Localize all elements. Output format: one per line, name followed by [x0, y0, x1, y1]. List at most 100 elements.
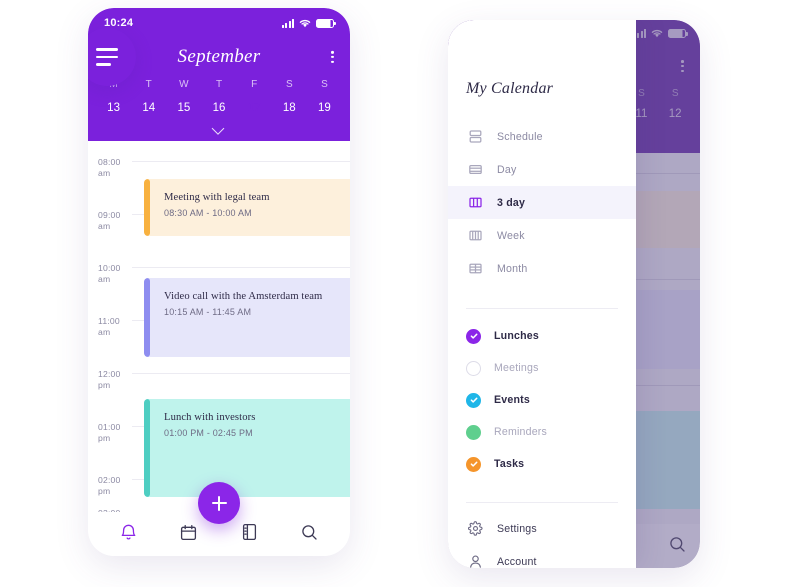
kebab-menu-icon[interactable] — [681, 60, 684, 73]
day-number: 14 — [142, 102, 156, 114]
category-item-reminders[interactable]: Reminders — [448, 416, 636, 448]
hour-period: pm — [98, 380, 111, 390]
wifi-icon — [299, 19, 311, 27]
checkbox-checked[interactable] — [466, 456, 481, 472]
event-card[interactable]: Video call with the Amsterdam team 10:15… — [144, 278, 350, 357]
category-item-meetings[interactable]: Meetings — [448, 352, 636, 384]
weekday-labels: M T W T F S S — [88, 76, 350, 94]
menu-item-label: Day — [497, 163, 517, 176]
event-card[interactable]: Lunch with investors 01:00 PM - 02:45 PM — [144, 399, 350, 497]
event-accent-bar — [144, 278, 150, 357]
drawer-divider-top — [466, 308, 618, 309]
day-cell[interactable]: 13 — [96, 96, 131, 120]
hour-period: am — [98, 168, 111, 178]
week-view-icon — [466, 227, 484, 245]
day-number: 16 — [212, 102, 226, 114]
hour-divider — [132, 373, 350, 374]
search-icon[interactable] — [297, 519, 323, 545]
checkbox-filled[interactable] — [466, 424, 481, 440]
day-number: 18 — [282, 102, 296, 114]
event-time: 01:00 PM - 02:45 PM — [164, 428, 253, 438]
calendar-phone-main: 10:24 September M T W T F S S — [88, 8, 350, 556]
menu-item-label: Account — [497, 555, 537, 568]
event-accent-bar — [144, 179, 150, 236]
event-title: Meeting with legal team — [164, 192, 270, 203]
weekday-label: S — [285, 79, 293, 90]
menu-item-day[interactable]: Day — [448, 153, 636, 186]
hour-value: 01:00 — [98, 422, 121, 432]
hour-divider — [132, 267, 350, 268]
battery-icon — [668, 29, 688, 38]
calendar-icon[interactable] — [176, 519, 202, 545]
weekday-label: T — [145, 79, 152, 90]
chevron-down-icon[interactable] — [213, 124, 226, 132]
navigation-drawer: My Calendar Schedule Day 3 day Week Mont… — [448, 20, 636, 568]
event-card[interactable]: Meeting with legal team 08:30 AM - 10:00… — [144, 179, 350, 236]
hour-label: 11:00 am — [98, 316, 134, 338]
weekday-label: S — [671, 88, 679, 99]
day-cell[interactable]: 19 — [307, 96, 342, 120]
hour-label: 02:00 pm — [98, 475, 134, 497]
drawer-footer-list: Settings Account — [448, 512, 636, 568]
menu-item-3-day[interactable]: 3 day — [448, 186, 636, 219]
day-number: 15 — [177, 102, 191, 114]
event-time: 08:30 AM - 10:00 AM — [164, 208, 252, 218]
menu-item-month[interactable]: Month — [448, 252, 636, 285]
checkbox-unchecked[interactable] — [466, 360, 481, 376]
day-cell[interactable]: 14 — [131, 96, 166, 120]
bell-icon[interactable] — [115, 519, 141, 545]
hour-period: am — [98, 274, 111, 284]
add-event-fab[interactable] — [198, 482, 240, 524]
hour-value: 12:00 — [98, 369, 121, 379]
checkbox-checked[interactable] — [466, 392, 481, 408]
hour-divider — [132, 161, 350, 162]
weekday-label: W — [179, 79, 189, 90]
calendar-category-list: Lunches Meetings Events Reminders Tasks — [448, 320, 636, 480]
status-icons — [633, 29, 688, 38]
signal-bars-icon — [281, 18, 294, 28]
wifi-icon — [651, 29, 663, 38]
day-cell[interactable]: 18 — [272, 96, 307, 120]
category-item-events[interactable]: Events — [448, 384, 636, 416]
month-view-icon — [466, 260, 484, 278]
event-accent-bar — [144, 399, 150, 497]
kebab-menu-icon[interactable] — [331, 50, 334, 64]
hour-period: pm — [98, 486, 111, 496]
day-cell[interactable]: 16 — [201, 96, 236, 120]
hour-value: 10:00 — [98, 263, 121, 273]
category-label: Meetings — [494, 362, 539, 374]
hour-label: 08:00 am — [98, 157, 134, 179]
menu-item-label: Settings — [497, 522, 537, 535]
category-label: Events — [494, 394, 530, 406]
day-cell-selected[interactable]: 17 — [237, 96, 272, 120]
category-label: Reminders — [494, 426, 548, 438]
battery-icon — [316, 18, 336, 28]
menu-item-schedule[interactable]: Schedule — [448, 120, 636, 153]
menu-item-week[interactable]: Week — [448, 219, 636, 252]
day-number: 17 — [247, 102, 261, 114]
agenda-grid: 08:00 am 09:00 am 10:00 am 11:00 am 12:0… — [88, 141, 350, 512]
weekday-label: S — [321, 79, 328, 90]
day-cell[interactable]: 15 — [166, 96, 201, 120]
notebook-icon[interactable] — [236, 519, 262, 545]
hour-period: pm — [98, 433, 111, 443]
status-icons — [281, 18, 336, 28]
hour-value: 02:00 — [98, 475, 121, 485]
hour-value: 09:00 — [98, 210, 121, 220]
menu-item-settings[interactable]: Settings — [448, 512, 636, 545]
hour-value: 11:00 — [98, 316, 120, 326]
day-view-icon — [466, 161, 484, 179]
category-label: Tasks — [494, 458, 525, 470]
day-number: 13 — [107, 102, 120, 114]
category-item-tasks[interactable]: Tasks — [448, 448, 636, 480]
menu-item-label: 3 day — [497, 196, 526, 209]
category-item-lunches[interactable]: Lunches — [448, 320, 636, 352]
three-day-view-icon — [466, 194, 484, 212]
view-mode-list: Schedule Day 3 day Week Month — [448, 120, 636, 285]
menu-item-account[interactable]: Account — [448, 545, 636, 568]
checkbox-checked[interactable] — [466, 328, 481, 344]
menu-item-label: Schedule — [497, 130, 543, 143]
drawer-divider-bottom — [466, 502, 618, 503]
user-icon — [466, 553, 484, 569]
hour-value: 08:00 — [98, 157, 121, 167]
